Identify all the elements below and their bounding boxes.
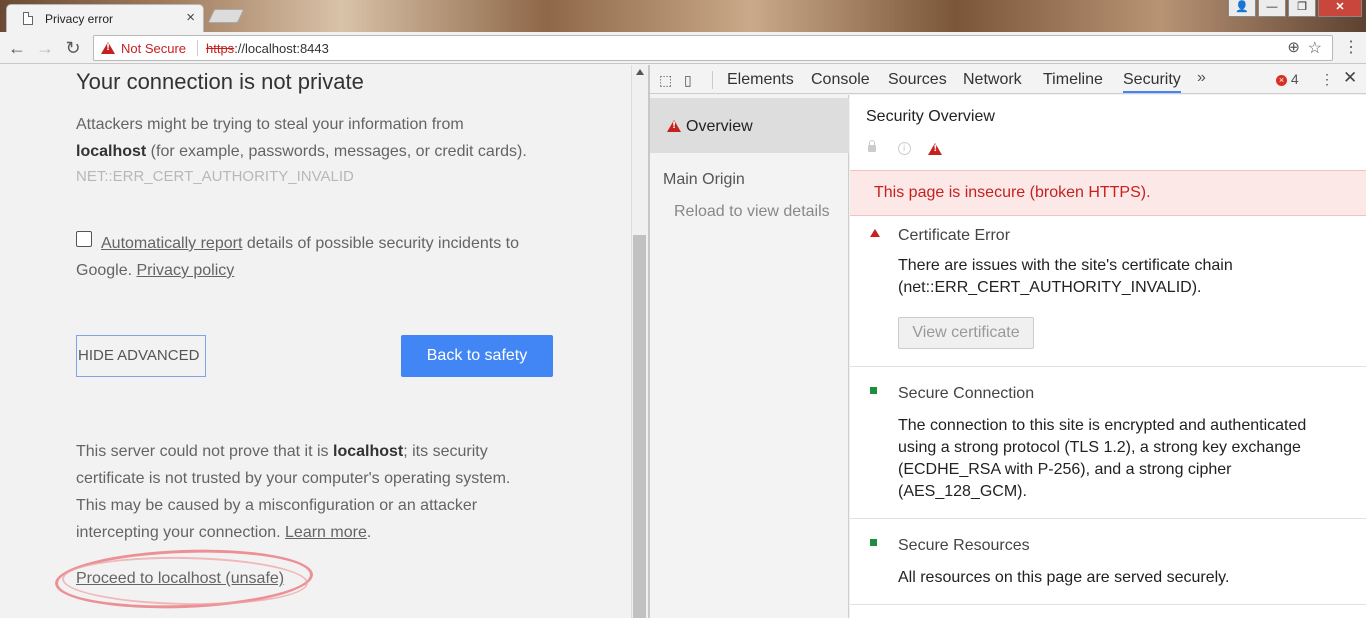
tab-timeline[interactable]: Timeline xyxy=(1043,71,1103,89)
devtools-menu-icon[interactable]: ⋮ xyxy=(1320,71,1334,88)
more-tabs-icon[interactable]: » xyxy=(1197,69,1206,87)
main-origin-heading: Main Origin xyxy=(663,171,745,188)
error-code: NET::ERR_CERT_AUTHORITY_INVALID xyxy=(76,168,354,185)
back-icon[interactable]: ← xyxy=(6,37,28,59)
warning-icon xyxy=(870,229,880,237)
minimize-button[interactable]: — xyxy=(1258,0,1286,17)
bookmark-star-icon[interactable]: ☆ xyxy=(1308,38,1322,58)
url-text[interactable]: https://localhost:8443 xyxy=(206,41,329,56)
security-state-icons: i xyxy=(868,140,943,156)
tab-close-icon[interactable]: × xyxy=(186,9,195,26)
security-overview-title: Security Overview xyxy=(866,108,995,125)
toolbar-separator xyxy=(712,71,713,89)
tab-security[interactable]: Security xyxy=(1123,71,1181,93)
restore-button[interactable]: ❐ xyxy=(1288,0,1316,17)
advanced-text-2: ; its security xyxy=(403,443,488,460)
devtools-tab-bar: ⬚ ▯ Elements Console Sources Network Tim… xyxy=(650,65,1366,94)
url-scheme: https xyxy=(206,41,235,56)
page-heading: Your connection is not private xyxy=(76,69,364,94)
main-message-text-2: (for example, passwords, messages, or cr… xyxy=(146,143,527,160)
main-message: Attackers might be trying to steal your … xyxy=(76,111,576,165)
error-icon: × xyxy=(1276,75,1287,86)
card-description: All resources on this page are served se… xyxy=(898,569,1230,586)
card-title: Secure Connection xyxy=(898,385,1035,402)
tab-network[interactable]: Network xyxy=(963,71,1022,89)
sidebar-item-overview[interactable]: Overview xyxy=(650,98,849,153)
page-scrollbar[interactable] xyxy=(631,65,648,618)
insecure-banner: This page is insecure (broken HTTPS). xyxy=(850,170,1366,216)
automatically-report-link[interactable]: Automatically report xyxy=(101,235,242,252)
secure-connection-card: Secure Connection The connection to this… xyxy=(850,367,1366,519)
card-description: The connection to this site is encrypted… xyxy=(898,417,1307,500)
advanced-text-3: certificate is not trusted by your compu… xyxy=(76,470,511,487)
card-title: Secure Resources xyxy=(898,537,1030,554)
warning-icon xyxy=(667,120,681,132)
error-count: 4 xyxy=(1290,71,1299,87)
advanced-text-6: . xyxy=(366,524,372,541)
error-counter[interactable]: × 4 xyxy=(1276,71,1299,87)
profile-icon[interactable]: 👤 xyxy=(1228,0,1256,17)
secure-resources-card: Secure Resources All resources on this p… xyxy=(850,519,1366,605)
advanced-details: This server could not prove that it is l… xyxy=(76,438,616,546)
forward-icon[interactable]: → xyxy=(34,37,56,59)
inspect-element-icon[interactable]: ⬚ xyxy=(659,72,672,89)
new-tab-button[interactable] xyxy=(207,9,245,23)
advanced-host: localhost xyxy=(333,443,404,460)
interstitial-page: Your connection is not private Attackers… xyxy=(0,65,631,618)
tab-title: Privacy error xyxy=(45,12,114,26)
hide-advanced-button[interactable]: HIDE ADVANCED xyxy=(76,335,206,377)
learn-more-link[interactable]: Learn more xyxy=(285,524,367,541)
device-toolbar-icon[interactable]: ▯ xyxy=(684,72,692,89)
advanced-text-5: intercepting your connection. xyxy=(76,524,286,541)
tab-console[interactable]: Console xyxy=(811,71,870,89)
advanced-text-1: This server could not prove that it is xyxy=(76,443,333,460)
report-text: details of possible security incidents t… xyxy=(242,235,519,252)
info-icon: i xyxy=(897,142,911,156)
insecure-banner-text: This page is insecure (broken HTTPS). xyxy=(874,184,1151,201)
tab-elements[interactable]: Elements xyxy=(727,71,794,89)
back-to-safety-button[interactable]: Back to safety xyxy=(401,335,553,377)
certificate-error-card: Certificate Error There are issues with … xyxy=(850,217,1366,367)
overview-label: Overview xyxy=(686,118,753,135)
url-host: ://localhost:8443 xyxy=(234,41,329,56)
report-text-2: Google. xyxy=(76,262,137,279)
close-window-button[interactable]: ✕ xyxy=(1318,0,1362,17)
browser-tab[interactable]: Privacy error × xyxy=(6,4,204,32)
scroll-up-arrow-icon[interactable] xyxy=(636,69,644,75)
address-bar[interactable]: Not Secure https://localhost:8443 ⊕ ☆ xyxy=(93,35,1333,61)
browser-menu-icon[interactable]: ⋮ xyxy=(1340,37,1362,59)
title-bar: Privacy error × 👤 — ❐ ✕ xyxy=(0,0,1366,32)
main-message-text: Attackers might be trying to steal your … xyxy=(76,116,464,133)
privacy-policy-link[interactable]: Privacy policy xyxy=(136,262,234,279)
view-certificate-button[interactable]: View certificate xyxy=(898,317,1034,349)
lock-icon xyxy=(868,140,876,153)
host-name: localhost xyxy=(76,143,147,160)
browser-toolbar: ← → ↻ Not Secure https://localhost:8443 … xyxy=(0,32,1366,64)
card-title: Certificate Error xyxy=(898,227,1011,244)
warning-icon xyxy=(928,142,943,155)
secure-square-icon xyxy=(870,539,877,546)
window-controls: 👤 — ❐ ✕ xyxy=(1228,0,1362,18)
advanced-text-4: This may be caused by a misconfiguration… xyxy=(76,497,478,514)
omnibox-divider xyxy=(197,40,198,56)
page-icon xyxy=(23,12,33,25)
proceed-unsafe-link[interactable]: Proceed to localhost (unsafe) xyxy=(76,570,284,588)
reload-hint: Reload to view details xyxy=(674,203,830,220)
warning-icon[interactable] xyxy=(101,42,115,54)
tab-sources[interactable]: Sources xyxy=(888,71,947,89)
secure-square-icon xyxy=(870,387,877,394)
scroll-thumb[interactable] xyxy=(633,235,646,618)
report-option: Automatically report details of possible… xyxy=(76,230,576,284)
card-description: There are issues with the site's certifi… xyxy=(898,257,1233,296)
security-sidebar: Overview Main Origin Reload to view deta… xyxy=(650,95,849,618)
devtools-close-icon[interactable]: ✕ xyxy=(1343,68,1357,88)
reload-icon[interactable]: ↻ xyxy=(62,37,84,59)
not-secure-label[interactable]: Not Secure xyxy=(121,41,186,56)
security-overview-panel: Security Overview i This page is insecur… xyxy=(850,95,1366,618)
zoom-icon[interactable]: ⊕ xyxy=(1287,38,1300,56)
